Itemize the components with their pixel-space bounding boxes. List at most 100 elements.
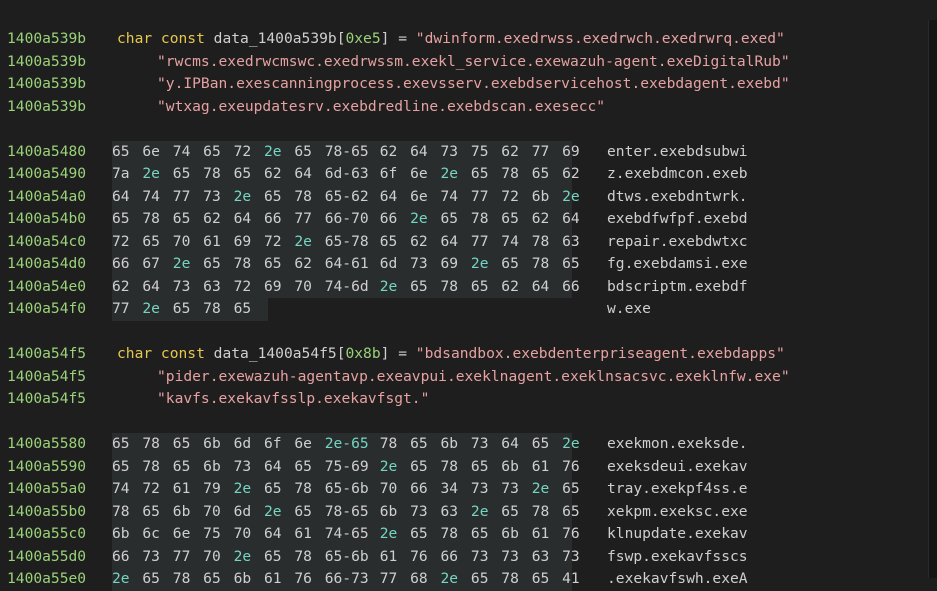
hex-dump-row[interactable]: 1400a5480 65 6e 74 65 72 2e 65 78-65 62 64 73 75 62 77…: [7, 140, 927, 164]
address-label[interactable]: 1400a54f5: [7, 343, 86, 366]
variable-name[interactable]: data_1400a54f5: [214, 345, 337, 362]
address-label[interactable]: 1400a54f5: [7, 388, 86, 411]
address-label[interactable]: 1400a55d0: [7, 546, 86, 569]
hex-byte: 65: [142, 232, 160, 250]
declaration-line[interactable]: 1400a54f5 char const data_1400a54f5[0x8b]…: [7, 343, 927, 366]
hex-byte: 73: [470, 547, 489, 565]
hex-byte: 6b: [203, 457, 221, 475]
address-label[interactable]: 1400a55b0: [7, 501, 86, 524]
hex-byte: 70: [233, 525, 252, 542]
hex-byte: 2e-65: [324, 435, 369, 452]
hex-dump-row[interactable]: 1400a54d0 66 67 2e 65 78 65 62 64-61 6d 73 69 2e 65 78…: [7, 253, 927, 276]
hex-byte: 77: [112, 300, 130, 317]
hex-byte: 65-62: [324, 187, 369, 205]
string-continuation-line[interactable]: 1400a539b "rwcms.exedrwcmswc.exedrwssm.ex…: [7, 51, 927, 74]
address-label[interactable]: 1400a54f5: [7, 366, 86, 389]
string-literal: "pider.exewazuh-agentavp.exeavpui.exekln…: [157, 367, 790, 385]
hex-byte: 65: [263, 547, 282, 565]
hex-dump-row[interactable]: 1400a54b0 65 78 65 62 64 66 77 66-70 66 2e 65 78 65 62…: [7, 208, 927, 231]
hex-byte: 73: [142, 547, 160, 565]
ascii-text: dtws.exebdntwrk.: [607, 187, 748, 205]
hex-byte: 6e: [172, 525, 191, 542]
declaration-line[interactable]: 1400a539b char const data_1400a539b[0xe5]…: [7, 28, 927, 51]
address-label[interactable]: 1400a54b0: [7, 208, 86, 231]
string-continuation-line[interactable]: 1400a539b "y.IPBan.exescanningprocess.exe…: [7, 73, 927, 96]
address-label[interactable]: 1400a54c0: [7, 231, 86, 254]
string-literal: "wtxag.exeupdatesrv.exebdredline.exebdsc…: [157, 97, 606, 115]
address-label[interactable]: 1400a54a0: [7, 186, 86, 209]
hex-byte: 78-65: [324, 142, 369, 160]
hex-byte-row: 65 78 65 62 64 66 77 66-70 66 2e 65 78 65 62 64: [112, 208, 592, 231]
ascii-text: exekmon.exeksde.: [607, 435, 748, 452]
vertical-scrollbar[interactable]: [928, 20, 937, 578]
hex-byte: 69: [562, 142, 580, 160]
address-label[interactable]: 1400a539b: [7, 51, 86, 74]
hex-dump-row[interactable]: 1400a55e0 2e 65 78 65 6b 61 76 66-73 77 68 2e 65 78 65…: [7, 568, 927, 591]
variable-name[interactable]: data_1400a539b: [214, 30, 337, 47]
hex-byte: 78: [142, 210, 160, 227]
hex-dump-row[interactable]: 1400a54f0 77 2e 65 78 65 w.exe: [7, 298, 927, 321]
hex-byte: 6d: [379, 255, 398, 272]
hex-byte: 69: [233, 232, 252, 250]
hex-byte: 73: [440, 142, 459, 160]
hex-byte: 65: [562, 255, 580, 272]
hex-byte: 2e: [379, 457, 398, 475]
hex-dump-row[interactable]: 1400a55b0 78 65 6b 70 6d 2e 65 78-65 6b 73 63 2e 65 78…: [7, 500, 927, 524]
hex-dump-row[interactable]: 1400a54a0 64 74 77 73 2e 65 78 65-62 64 6e 74 77 72 6b…: [7, 185, 927, 209]
hex-byte: 2e: [562, 435, 580, 452]
hex-byte: 65: [112, 457, 130, 475]
address-label[interactable]: 1400a55c0: [7, 523, 86, 546]
address-label[interactable]: 1400a55e0: [7, 568, 86, 591]
hex-dump-row[interactable]: 1400a5580 65 78 65 6b 6d 6f 6e 2e-65 78 65 6b 73 64 65…: [7, 433, 927, 456]
hex-byte: 65: [203, 142, 221, 160]
string-continuation-line[interactable]: 1400a54f5 "kavfs.exekavfsslp.exekavfsgt.": [7, 388, 927, 411]
hex-byte: 65: [410, 277, 428, 295]
hex-byte-row: 66 67 2e 65 78 65 62 64-61 6d 73 69 2e 65 78 65: [112, 253, 592, 276]
hex-byte: 75-69: [324, 457, 369, 475]
address-label[interactable]: 1400a5490: [7, 163, 86, 186]
hex-dump-row[interactable]: 1400a55a0 74 72 61 79 2e 65 78 65-6b 70 66 34 73 73 2e…: [7, 478, 927, 501]
address-label[interactable]: 1400a539b: [7, 28, 86, 51]
array-size: 0x8b: [345, 345, 381, 362]
declaration: char const data_1400a54f5[0x8b] = "bdsan…: [117, 343, 785, 366]
hex-dump-row[interactable]: 1400a55d0 66 73 77 70 2e 65 78 65-6b 61 76 66 73 73 63…: [7, 545, 927, 569]
hex-byte: 74: [501, 232, 519, 250]
hex-byte: 61: [379, 547, 398, 565]
address-label[interactable]: 1400a539b: [7, 73, 86, 96]
hex-dump-row[interactable]: 1400a55c0 6b 6c 6e 75 70 64 61 74-65 2e 65 78 65 6b 61…: [7, 523, 927, 546]
hex-dump-row[interactable]: 1400a5590 65 78 65 6b 73 64 65 75-69 2e 65 78 65 6b 61…: [7, 455, 927, 479]
hex-byte: 61: [203, 232, 221, 250]
hex-bytes: 78 65 6b 70 6d 2e 65 78-65 6b 73 63 2e 65 78 65: [112, 500, 580, 523]
address-label[interactable]: 1400a54e0: [7, 276, 86, 299]
hex-byte: 6e: [294, 435, 312, 452]
hex-byte: 65: [294, 142, 312, 160]
hex-byte: 77: [379, 570, 398, 587]
address-label[interactable]: 1400a54f0: [7, 298, 86, 321]
hex-dump-row[interactable]: 1400a54e0 62 64 73 63 72 69 70 74-6d 2e 65 78 65 62 64…: [7, 275, 927, 299]
string-literal: "dwinform.exedrwss.exedrwch.exedrwrq.exe…: [415, 30, 785, 47]
hex-dump-row[interactable]: 1400a54c0 72 65 70 61 69 72 2e 65-78 65 62 64 77 74 78…: [7, 230, 927, 254]
address-label[interactable]: 1400a5580: [7, 433, 86, 456]
hex-byte: 78: [203, 165, 221, 182]
hex-byte: 74: [112, 480, 130, 497]
string-continuation-line[interactable]: 1400a54f5 "pider.exewazuh-agentavp.exeavp…: [7, 366, 927, 389]
hex-byte: 70: [203, 547, 221, 565]
address-label[interactable]: 1400a54d0: [7, 253, 86, 276]
hex-byte: 70: [203, 502, 221, 520]
address-label[interactable]: 1400a55a0: [7, 478, 86, 501]
address-label[interactable]: 1400a539b: [7, 96, 86, 119]
hex-byte: 64: [410, 142, 428, 160]
hex-byte: 2e: [410, 210, 428, 227]
hex-byte: 64: [562, 210, 580, 227]
hex-byte: 66: [263, 210, 282, 227]
ascii-text: bdscriptm.exebdf: [607, 277, 748, 295]
string-continuation-line[interactable]: 1400a539b "wtxag.exeupdatesrv.exebdredlin…: [7, 96, 927, 119]
hex-byte: 66: [562, 277, 580, 295]
address-label[interactable]: 1400a5480: [7, 141, 86, 164]
hex-dump-row[interactable]: 1400a5490 7a 2e 65 78 65 62 64 6d-63 6f 6e 2e 65 78 65…: [7, 163, 927, 186]
hex-byte-row: 66 73 77 70 2e 65 78 65-6b 61 76 66 73 73 63 73: [112, 546, 592, 569]
hex-byte: 65: [531, 570, 550, 587]
hex-byte: 65: [233, 165, 252, 182]
address-label[interactable]: 1400a5590: [7, 456, 86, 479]
